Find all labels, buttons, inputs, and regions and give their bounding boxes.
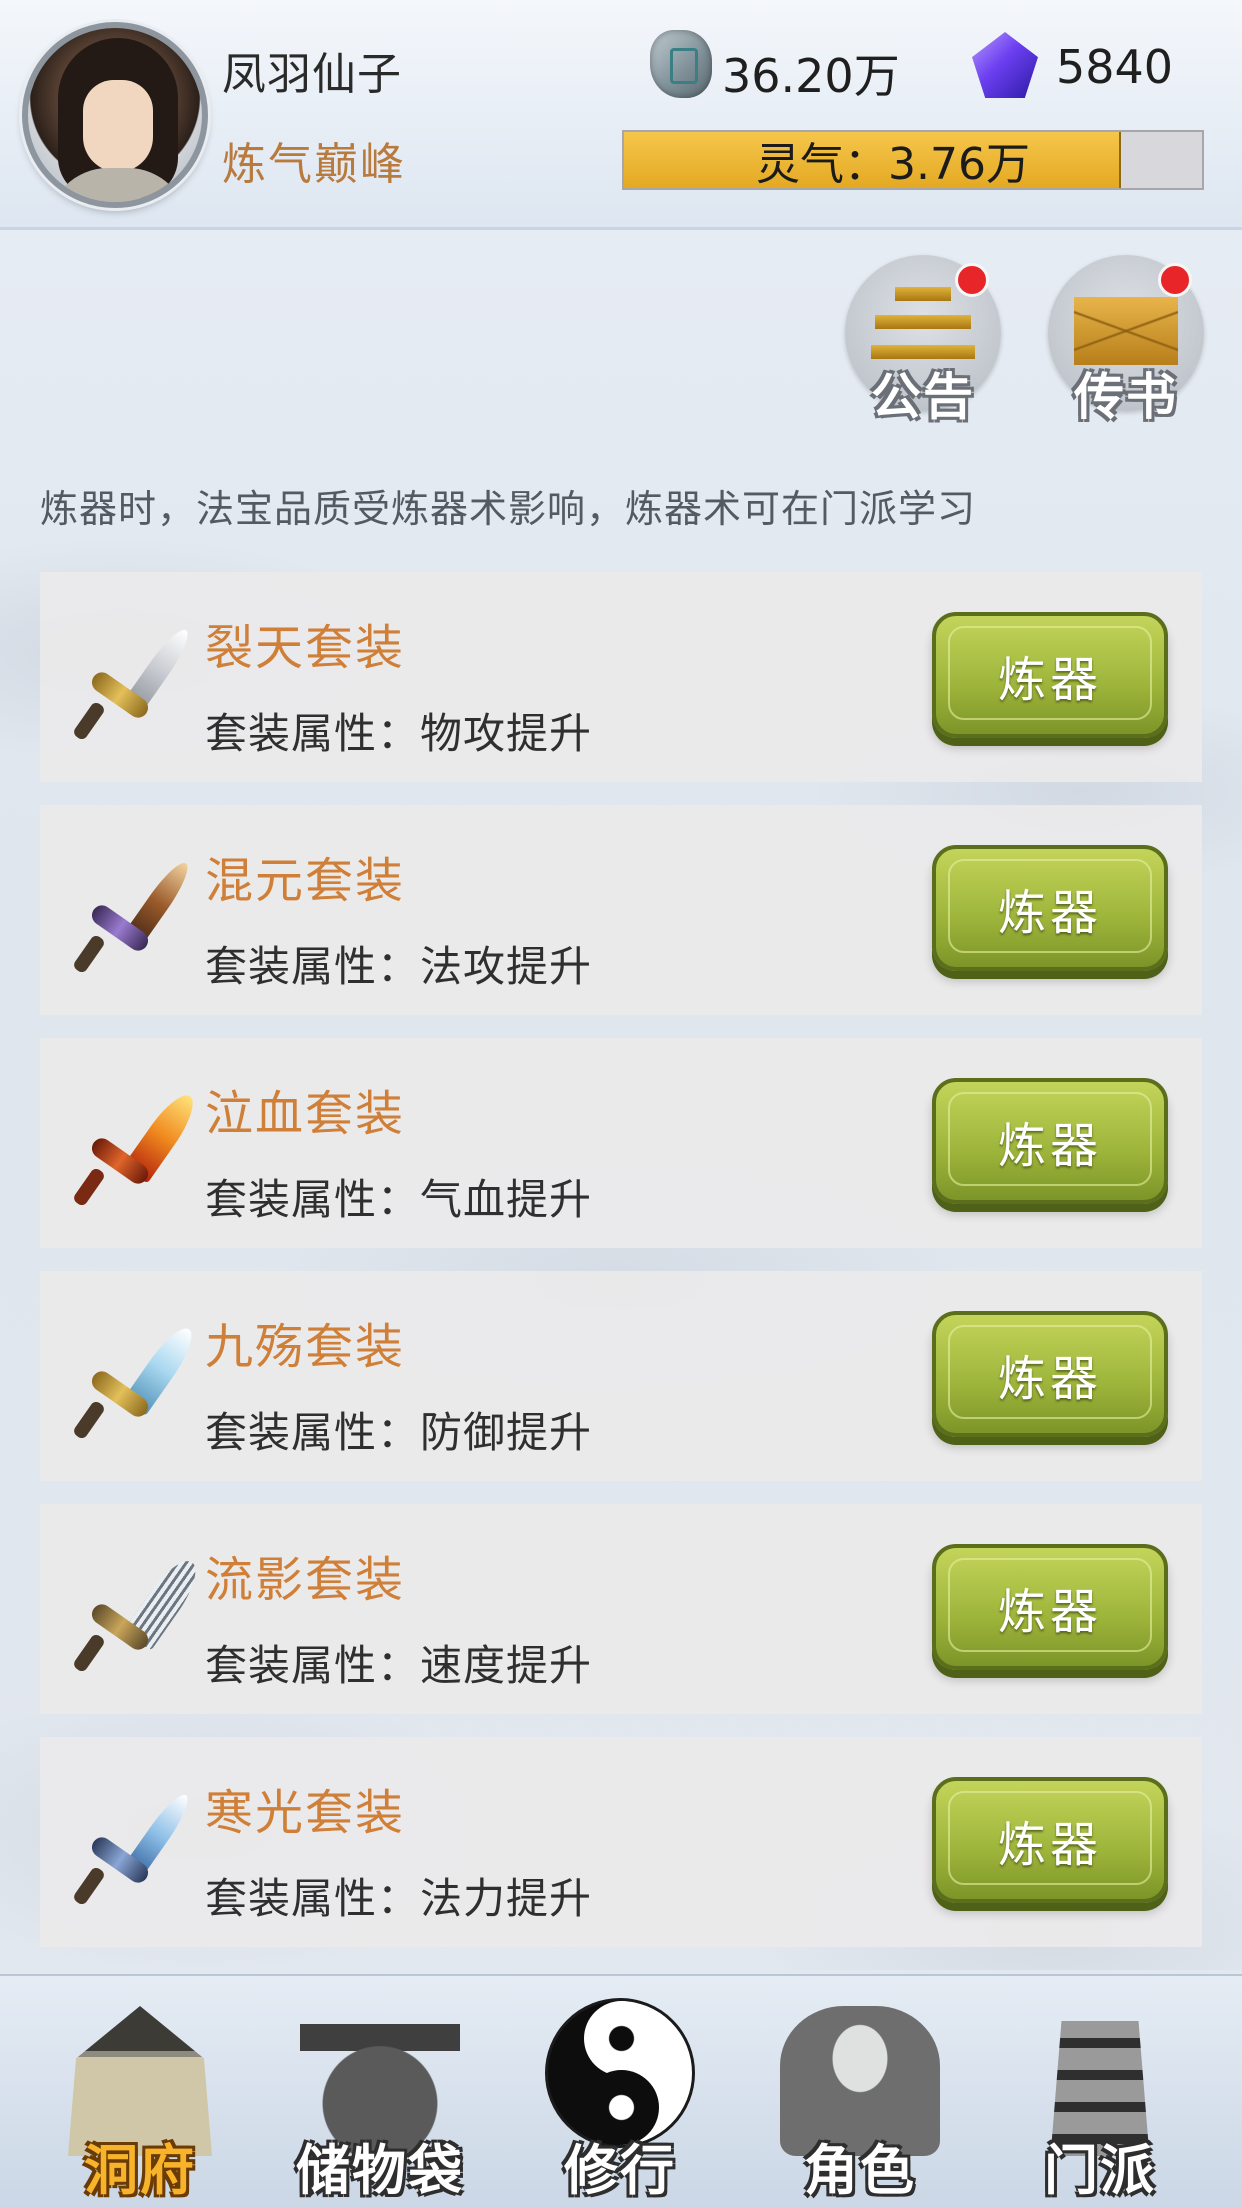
bottom-nav: 洞府 储物袋 修行 角色 门派 xyxy=(0,1974,1242,2208)
sword-icon xyxy=(60,840,200,980)
mail-button[interactable]: 传书 xyxy=(1048,255,1204,426)
purple-gem-icon xyxy=(972,32,1038,98)
list-item: 寒光套装 套装属性：法力提升 炼器 xyxy=(40,1737,1202,1947)
nav-label: 洞府 xyxy=(84,2139,196,2202)
mail-label: 传书 xyxy=(1074,368,1178,426)
player-avatar[interactable] xyxy=(22,22,208,208)
list-item: 泣血套装 套装属性：气血提升 炼器 xyxy=(40,1038,1202,1248)
notification-dot xyxy=(955,263,989,297)
feather-fan-icon xyxy=(60,1539,206,1679)
nav-label: 修行 xyxy=(564,2139,676,2202)
player-rank: 炼气巅峰 xyxy=(222,139,406,190)
set-attribute: 套装属性：法攻提升 xyxy=(205,942,593,991)
frost-sword-icon xyxy=(60,1772,200,1912)
forge-button[interactable]: 炼器 xyxy=(932,1777,1168,1903)
list-item: 流影套装 套装属性：速度提升 炼器 xyxy=(40,1504,1202,1714)
forge-button[interactable]: 炼器 xyxy=(932,1311,1168,1437)
list-item: 裂天套装 套装属性：物攻提升 炼器 xyxy=(40,572,1202,782)
mail-icon xyxy=(1074,297,1178,365)
set-attribute: 套装属性：法力提升 xyxy=(205,1874,593,1923)
flame-sword-icon xyxy=(60,1073,203,1213)
list-item: 九殇套装 套装属性：防御提升 炼器 xyxy=(40,1271,1202,1481)
notification-dot xyxy=(1158,263,1192,297)
spirit-stone-value: 36.20万 xyxy=(722,49,900,103)
nav-cave-dwelling[interactable]: 洞府 xyxy=(30,1976,250,2208)
nav-label: 储物袋 xyxy=(296,2139,464,2202)
set-attribute: 套装属性：气血提升 xyxy=(205,1175,593,1224)
equipment-set-list: 裂天套装 套装属性：物攻提升 炼器 混元套装 套装属性：法攻提升 炼器 泣血套装… xyxy=(40,572,1202,1970)
status-header: 凤羽仙子 炼气巅峰 36.20万 5840 灵气：3.76万 xyxy=(0,0,1242,230)
nav-storage-bag[interactable]: 储物袋 xyxy=(270,1976,490,2208)
avatar-face xyxy=(83,80,153,172)
set-name: 混元套装 xyxy=(205,853,406,909)
nav-label: 角色 xyxy=(804,2139,916,2202)
set-name: 九殇套装 xyxy=(205,1319,406,1375)
player-name: 凤羽仙子 xyxy=(222,49,402,100)
gem-value: 5840 xyxy=(1056,40,1174,94)
spirit-stone-icon xyxy=(650,30,712,98)
list-item: 混元套装 套装属性：法攻提升 炼器 xyxy=(40,805,1202,1015)
ice-sword-icon xyxy=(60,1306,201,1446)
nav-label: 门派 xyxy=(1044,2139,1156,2202)
forge-button[interactable]: 炼器 xyxy=(932,845,1168,971)
set-attribute: 套装属性：物攻提升 xyxy=(205,709,593,758)
set-name: 泣血套装 xyxy=(205,1086,406,1142)
forge-button[interactable]: 炼器 xyxy=(932,1078,1168,1204)
nav-sect[interactable]: 门派 xyxy=(990,1976,1210,2208)
forge-button[interactable]: 炼器 xyxy=(932,1544,1168,1670)
forging-hint: 炼器时，法宝品质受炼器术影响，炼器术可在门派学习 xyxy=(40,487,977,531)
qi-progress-bar: 灵气：3.76万 xyxy=(622,130,1204,190)
set-name: 流影套装 xyxy=(205,1552,406,1608)
set-name: 寒光套装 xyxy=(205,1785,406,1841)
nav-character[interactable]: 角色 xyxy=(750,1976,970,2208)
set-attribute: 套装属性：防御提升 xyxy=(205,1408,593,1457)
sword-icon xyxy=(60,607,200,747)
forge-button[interactable]: 炼器 xyxy=(932,612,1168,738)
notice-button[interactable]: 公告 xyxy=(845,255,1001,426)
set-attribute: 套装属性：速度提升 xyxy=(205,1641,593,1690)
qi-progress-label: 灵气：3.76万 xyxy=(756,139,1030,190)
notice-label: 公告 xyxy=(871,368,975,426)
set-name: 裂天套装 xyxy=(205,620,406,676)
nav-cultivation[interactable]: 修行 xyxy=(510,1976,730,2208)
